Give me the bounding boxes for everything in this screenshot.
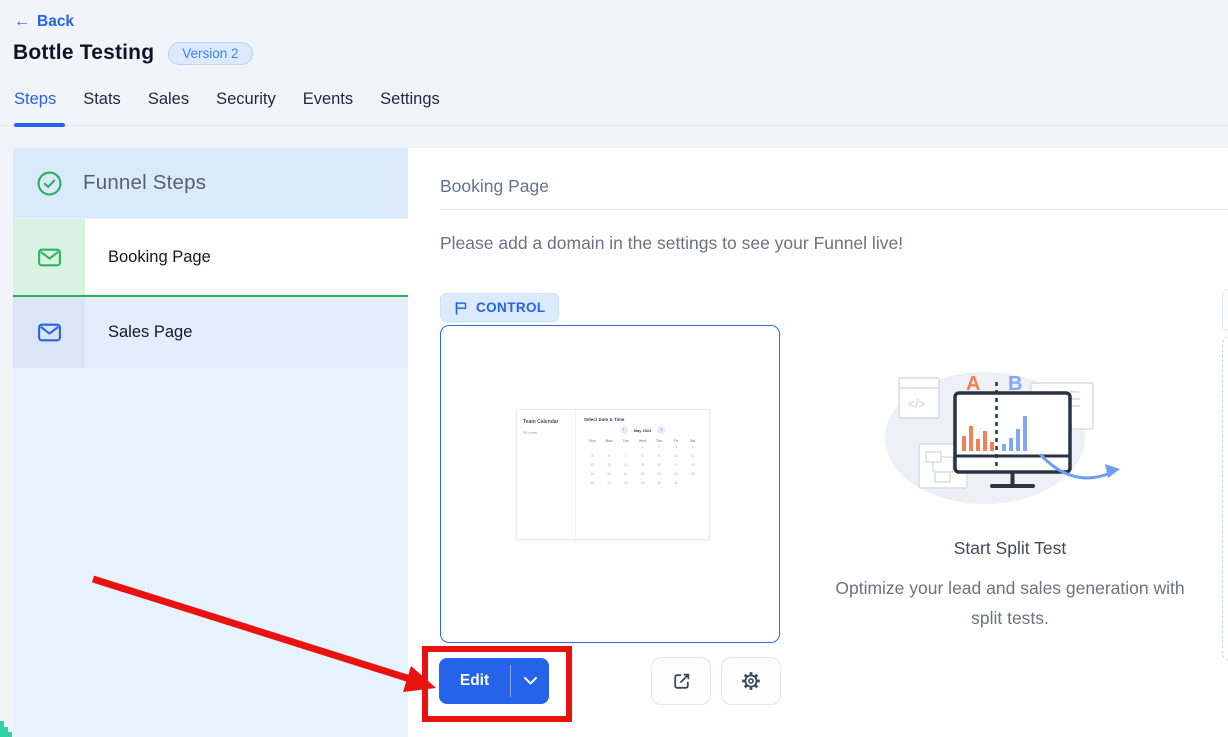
split-test-illustration: </> [880, 352, 1130, 530]
variant-slot-card[interactable] [1222, 289, 1228, 331]
step-label: Booking Page [85, 219, 211, 295]
sidebar-item-booking-page[interactable]: Booking Page [13, 219, 408, 295]
sidebar-title: Funnel Steps [83, 171, 206, 195]
header: ← Back Bottle Testing Version 2 Steps St… [0, 0, 1228, 148]
funnel-builder-page: ← Back Bottle Testing Version 2 Steps St… [0, 0, 1228, 737]
gear-icon [740, 670, 762, 692]
split-test-title: Start Split Test [810, 538, 1210, 559]
thumb-calendar-title: Team Calendar [523, 419, 569, 427]
split-test-description: Optimize your lead and sales generation … [820, 573, 1200, 633]
section-divider [440, 209, 1228, 210]
back-arrow-icon: ← [14, 14, 30, 30]
variant-b-letter: B [1008, 373, 1022, 395]
external-link-icon [671, 671, 692, 692]
open-page-button[interactable] [651, 657, 711, 705]
version-badge: Version 2 [168, 42, 252, 65]
tab-steps[interactable]: Steps [14, 90, 56, 123]
left-gutter [0, 148, 13, 737]
tab-events[interactable]: Events [303, 90, 353, 123]
title-row: Bottle Testing Version 2 [13, 41, 253, 65]
tab-stats[interactable]: Stats [83, 90, 121, 123]
edit-button-group: Edit [439, 658, 549, 704]
main-content: Booking Page Please add a domain in the … [408, 148, 1228, 737]
tab-settings[interactable]: Settings [380, 90, 440, 123]
control-label: CONTROL [476, 300, 546, 315]
thumb-picker-title: Select Date & Time [584, 417, 701, 422]
corner-widget-icon [0, 714, 14, 737]
tab-sales[interactable]: Sales [148, 90, 189, 123]
tab-security[interactable]: Security [216, 90, 276, 123]
variant-a-letter: A [966, 373, 980, 395]
edit-dropdown-button[interactable] [511, 658, 549, 704]
domain-notice: Please add a domain in the settings to s… [440, 233, 903, 254]
control-badge: CONTROL [440, 293, 559, 322]
active-tab-underline [14, 123, 65, 127]
thumb-next-month-icon: › [657, 426, 665, 434]
back-link[interactable]: ← Back [14, 13, 74, 31]
thumb-weekday-row: SunMonTueWedThuFriSat [584, 439, 701, 443]
tabs-divider [0, 125, 1228, 126]
flag-icon [453, 300, 469, 316]
thumb-prev-month-icon: ‹ [620, 426, 628, 434]
step-settings-button[interactable] [721, 657, 781, 705]
thumb-month-label: May 2024 [634, 428, 652, 433]
page-preview-card[interactable]: Team Calendar 30 mins Select Date & Time… [440, 325, 780, 643]
funnel-steps-sidebar: Funnel Steps Booking Page Sales Page [13, 148, 408, 737]
section-title: Booking Page [440, 176, 549, 197]
page-title: Bottle Testing [13, 41, 154, 65]
back-label: Back [37, 13, 74, 31]
thumb-days-grid: 1234567891011121314151617181920212223242… [584, 445, 701, 485]
calendar-thumbnail: Team Calendar 30 mins Select Date & Time… [516, 409, 710, 540]
sidebar-header: Funnel Steps [13, 148, 408, 218]
code-glyph: </> [908, 397, 925, 411]
variant-slot-dashed [1222, 336, 1228, 661]
thumb-calendar-duration: 30 mins [523, 430, 569, 435]
edit-button[interactable]: Edit [439, 658, 510, 704]
chevron-down-icon [524, 677, 537, 685]
tab-bar: Steps Stats Sales Security Events Settin… [14, 90, 440, 123]
check-circle-icon [36, 170, 63, 197]
envelope-icon [36, 244, 63, 271]
step-label: Sales Page [85, 297, 192, 368]
sidebar-item-sales-page[interactable]: Sales Page [13, 297, 408, 368]
envelope-icon [36, 319, 63, 346]
